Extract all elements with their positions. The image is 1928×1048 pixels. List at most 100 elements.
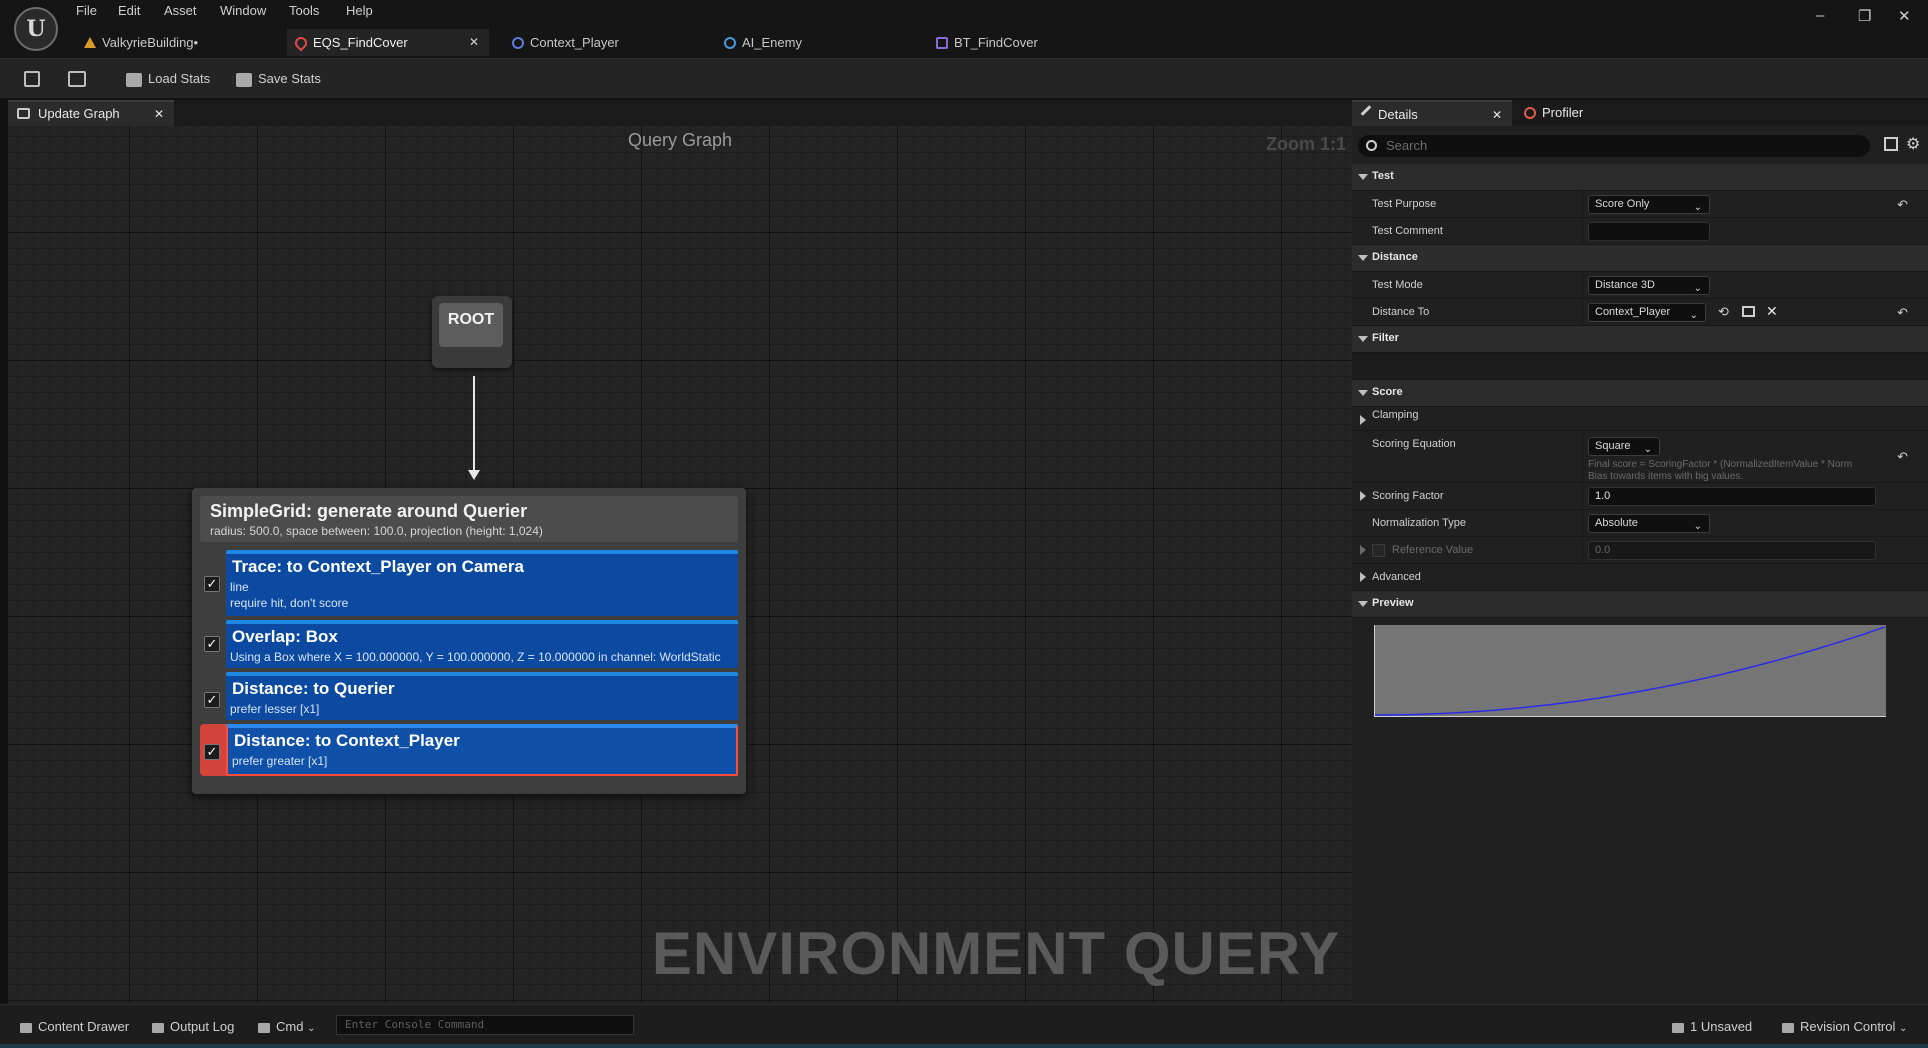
expand-caret-icon[interactable] [1360,545,1366,555]
doc-tab-valkyriebuilding[interactable]: ValkyrieBuilding• [76,29,276,56]
save-stats-button[interactable]: Save Stats [236,69,321,89]
test-node-distance-context-player[interactable]: ✓ Distance: to Context_Player prefer gre… [200,724,738,776]
table-view-icon[interactable] [1884,137,1898,151]
test-enabled-checkbox[interactable]: ✓ [204,744,220,760]
profiler-icon [1524,107,1536,119]
browse-asset-icon[interactable] [1742,306,1755,317]
doc-tab-label: BT_FindCover [954,35,1038,50]
prop-label: Scoring Factor [1372,490,1444,502]
tab-profiler[interactable]: Profiler [1516,100,1636,126]
unreal-logo-icon[interactable]: U [14,7,58,51]
chevron-down-icon: ⌄ [1693,283,1702,294]
gear-icon[interactable]: ⚙ [1906,134,1920,154]
zoom-label: Zoom 1:1 [1265,134,1346,154]
test-body: Trace: to Context_Player on Camera line … [226,550,738,616]
revision-control-button[interactable]: Revision Control ⌄ [1782,1019,1907,1034]
collapse-caret-icon[interactable] [1358,390,1368,396]
browse-icon[interactable] [68,71,86,87]
category-test[interactable]: Test [1352,164,1928,191]
close-tab-icon[interactable]: ✕ [154,102,164,126]
output-log-button[interactable]: Output Log [152,1019,234,1034]
search-input[interactable]: Search [1358,135,1870,157]
category-preview[interactable]: Preview [1352,591,1928,618]
expand-caret-icon[interactable] [1360,572,1366,582]
prop-reference-value: Reference Value 0.0 [1352,537,1928,564]
toolbar: Load Stats Save Stats [0,58,1928,98]
tab-details[interactable]: Details ✕ [1352,100,1512,126]
test-node-distance-querier[interactable]: ✓ Distance: to Querier prefer lesser [x1… [200,672,738,720]
category-distance[interactable]: Distance [1352,245,1928,272]
root-node[interactable]: ROOT [432,296,512,368]
prop-test-comment: Test Comment [1352,218,1928,245]
dropdown-value: Context_Player [1595,306,1671,318]
close-tab-icon[interactable]: ✕ [1492,102,1502,128]
menu-help[interactable]: Help [346,3,373,18]
close-tab-icon[interactable]: ✕ [469,29,479,56]
reset-to-default-icon[interactable]: ↶ [1897,197,1908,213]
menu-window[interactable]: Window [220,3,266,18]
category-filter[interactable]: Filter [1352,326,1928,353]
scoring-factor-field[interactable]: 1.0 [1588,487,1876,506]
save-icon[interactable] [24,71,40,87]
content-drawer-button[interactable]: Content Drawer [20,1019,129,1034]
reference-value-checkbox[interactable] [1372,544,1385,557]
test-detail: require hit, don't score [230,596,349,610]
menu-file[interactable]: File [76,3,97,18]
collapse-caret-icon[interactable] [1358,174,1368,180]
doc-tab-label: AI_Enemy [742,35,802,50]
category-score[interactable]: Score [1352,380,1928,407]
load-stats-button[interactable]: Load Stats [126,69,210,89]
use-selected-icon[interactable]: ⟲ [1718,304,1729,320]
title-bar: U File Edit Asset Window Tools Help – ❐ … [0,0,1928,58]
collapse-caret-icon[interactable] [1358,336,1368,342]
test-mode-dropdown[interactable]: Distance 3D ⌄ [1588,276,1710,295]
scoring-equation-dropdown[interactable]: Square ⌄ [1588,437,1660,456]
score-curve [1375,626,1886,716]
test-node-overlap[interactable]: ✓ Overlap: Box Using a Box where X = 100… [200,620,738,668]
unsaved-label: 1 Unsaved [1690,1019,1753,1034]
doc-tab-bt-findcover[interactable]: BT_FindCover [928,29,1118,56]
doc-tab-ai-enemy[interactable]: AI_Enemy [716,29,906,56]
test-enabled-checkbox[interactable]: ✓ [204,636,220,652]
query-graph-canvas[interactable]: Query Graph Zoom 1:1 ROOT SimpleGrid: ge… [8,126,1352,1004]
minimize-icon[interactable]: – [1816,7,1824,24]
menu-edit[interactable]: Edit [118,3,140,18]
clear-icon[interactable]: ✕ [1766,303,1778,320]
reset-to-default-icon[interactable]: ↶ [1897,449,1908,465]
category-label: Preview [1372,597,1414,609]
score-curve-line [1375,626,1886,716]
test-comment-field[interactable] [1588,222,1710,241]
prop-label: Scoring Equation [1372,438,1456,450]
tab-update-graph[interactable]: Update Graph ✕ [8,100,174,126]
restore-icon[interactable]: ❐ [1858,7,1871,25]
normalization-type-dropdown[interactable]: Absolute ⌄ [1588,514,1710,533]
expand-caret-icon[interactable] [1360,491,1366,501]
test-purpose-dropdown[interactable]: Score Only ⌄ [1588,195,1710,214]
dropdown-value: Score Only [1595,198,1650,210]
scoring-equation-hint: Final score = ScoringFactor * (Normalize… [1588,459,1853,470]
generator-node[interactable]: SimpleGrid: generate around Querier radi… [192,488,746,794]
collapse-caret-icon[interactable] [1358,255,1368,261]
menu-tools[interactable]: Tools [289,3,319,18]
unsaved-icon [1672,1022,1684,1033]
console-input[interactable]: Enter Console Command [336,1015,634,1035]
expand-caret-icon[interactable] [1360,415,1366,425]
test-node-trace[interactable]: ✓ Trace: to Context_Player on Camera lin… [200,550,738,616]
category-advanced[interactable]: Advanced [1352,564,1928,591]
dropdown-value: Square [1595,440,1631,452]
test-enabled-checkbox[interactable]: ✓ [204,692,220,708]
collapse-caret-icon[interactable] [1358,601,1368,607]
generator-header: SimpleGrid: generate around Querier radi… [200,496,738,542]
test-title: Distance: to Context_Player [234,731,460,750]
close-window-icon[interactable]: ✕ [1898,7,1911,25]
test-enabled-checkbox[interactable]: ✓ [204,576,220,592]
unsaved-button[interactable]: 1 Unsaved [1672,1019,1752,1034]
cmd-button[interactable]: Cmd ⌄ [258,1019,315,1034]
reference-value-field[interactable]: 0.0 [1588,541,1876,560]
menu-asset[interactable]: Asset [164,3,197,18]
doc-tab-context-player[interactable]: Context_Player [504,29,694,56]
distance-to-dropdown[interactable]: Context_Player ⌄ [1588,303,1706,322]
doc-tab-eqs-findcover[interactable]: EQS_FindCover ✕ [287,29,489,56]
prop-clamping[interactable]: Clamping [1352,407,1928,431]
reset-to-default-icon[interactable]: ↶ [1897,305,1908,321]
